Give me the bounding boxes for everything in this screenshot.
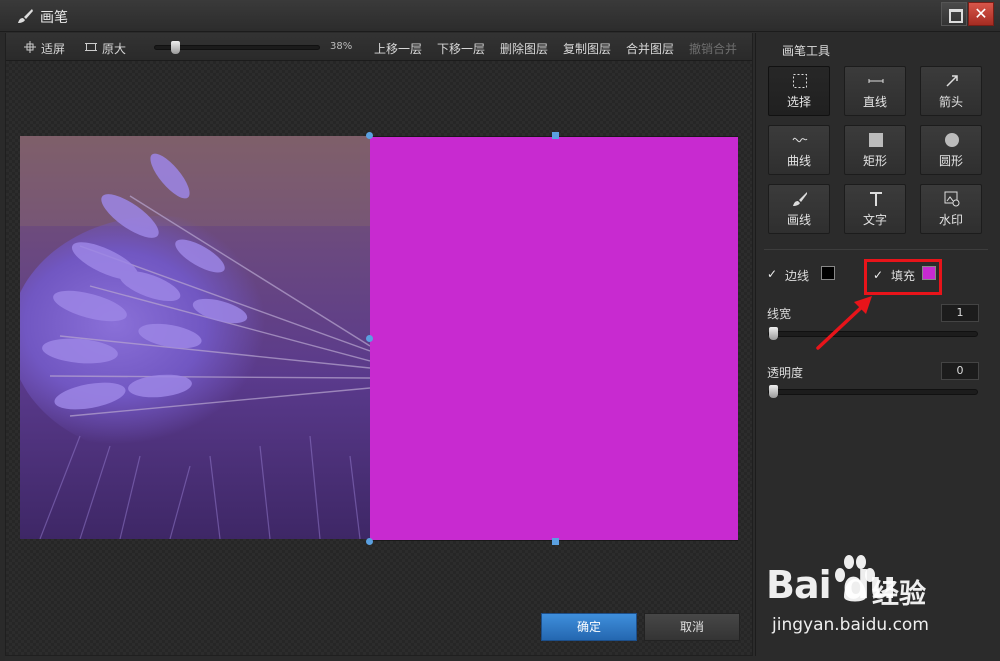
arrow-icon — [946, 75, 958, 87]
baidu-watermark: Bai du 经验 jingyan.baidu.com — [766, 553, 956, 653]
tool-label: 直线 — [862, 95, 887, 109]
tool-watermark[interactable]: 水印 — [920, 184, 982, 234]
opacity-slider[interactable] — [768, 385, 978, 398]
fit-screen-button[interactable]: 适屏 — [41, 40, 65, 57]
handle-top[interactable] — [552, 132, 559, 139]
tool-brush[interactable]: 画线 — [768, 184, 830, 234]
tool-label: 画线 — [786, 213, 811, 227]
copy-layer-button[interactable]: 复制图层 — [563, 40, 611, 57]
border-checkbox[interactable]: ✓ — [767, 268, 779, 280]
lavender-image — [20, 136, 370, 539]
cancel-button[interactable]: 取消 — [644, 613, 740, 641]
tool-label: 圆形 — [938, 154, 963, 168]
tool-rectangle[interactable]: 矩形 — [844, 125, 906, 175]
curve-icon — [792, 137, 808, 143]
brush-icon — [18, 9, 33, 23]
original-size-icon — [85, 43, 97, 51]
opacity-label: 透明度 — [767, 366, 804, 380]
select-icon — [793, 74, 807, 88]
handle-bottom[interactable] — [552, 538, 559, 545]
watermark-icon — [944, 191, 960, 207]
tool-curve[interactable]: 曲线 — [768, 125, 830, 175]
zoom-level: 38% — [330, 41, 353, 52]
tool-label: 矩形 — [862, 154, 887, 168]
handle-left[interactable] — [366, 335, 373, 342]
ok-button[interactable]: 确定 — [541, 613, 637, 641]
watermark-cn-text: 经验 — [872, 579, 926, 610]
delete-layer-button[interactable]: 删除图层 — [500, 40, 548, 57]
maximize-button[interactable] — [941, 2, 967, 26]
text-icon — [870, 192, 882, 206]
tool-text[interactable]: 文字 — [844, 184, 906, 234]
fit-screen-icon — [24, 41, 36, 53]
tool-label: 箭头 — [938, 95, 963, 109]
undo-merge-button[interactable]: 撤销合并 — [689, 40, 737, 57]
rectangle-icon — [869, 133, 883, 147]
move-down-layer-button[interactable]: 下移一层 — [437, 40, 485, 57]
move-up-layer-button[interactable]: 上移一层 — [374, 40, 422, 57]
tool-label: 选择 — [786, 95, 811, 109]
lavender-photo — [20, 136, 370, 539]
line-width-input[interactable]: 1 — [941, 304, 979, 322]
tool-label: 曲线 — [786, 154, 811, 168]
handle-bottom-left[interactable] — [366, 538, 373, 545]
line-width-slider-thumb[interactable] — [769, 327, 778, 340]
tool-label: 水印 — [938, 213, 963, 227]
original-size-button[interactable]: 原大 — [102, 40, 126, 57]
tool-line[interactable]: 直线 — [844, 66, 906, 116]
tool-circle[interactable]: 圆形 — [920, 125, 982, 175]
handle-top-left[interactable] — [366, 132, 373, 139]
tool-select[interactable]: 选择 — [768, 66, 830, 116]
brush-icon — [793, 192, 807, 206]
window-title: 画笔 — [40, 10, 68, 26]
opacity-input[interactable]: 0 — [941, 362, 979, 380]
panel-divider — [764, 249, 988, 250]
circle-icon — [945, 133, 959, 147]
zoom-slider-thumb[interactable] — [171, 41, 180, 54]
close-button[interactable]: ✕ — [968, 2, 994, 26]
line-icon — [868, 79, 884, 83]
merge-layer-button[interactable]: 合并图层 — [626, 40, 674, 57]
title-bar: 画笔 ✕ — [0, 0, 1000, 32]
border-color-swatch[interactable] — [821, 266, 835, 280]
zoom-slider[interactable] — [154, 41, 320, 54]
panel-title: 画笔工具 — [782, 44, 831, 58]
border-label: 边线 — [785, 269, 810, 283]
red-arrow-annotation — [816, 296, 872, 350]
opacity-slider-thumb[interactable] — [769, 385, 778, 398]
watermark-url: jingyan.baidu.com — [772, 615, 929, 635]
line-width-label: 线宽 — [767, 307, 792, 321]
drawn-rectangle[interactable] — [370, 136, 738, 541]
tool-arrow[interactable]: 箭头 — [920, 66, 982, 116]
tool-label: 文字 — [862, 213, 887, 227]
canvas-toolbar: 适屏 原大 38% 上移一层 下移一层 删除图层 复制图层 合并图层 撤销合并 — [6, 33, 752, 61]
